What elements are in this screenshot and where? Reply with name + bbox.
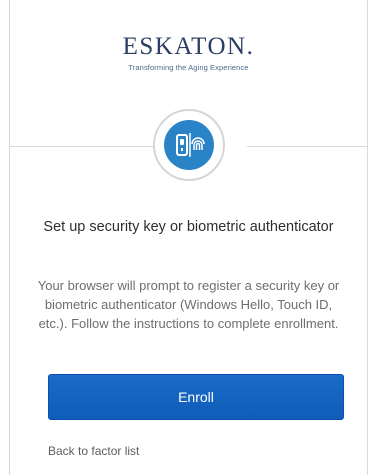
enroll-button-label: Enroll xyxy=(178,389,214,405)
logo-wordmark: ESKATON. xyxy=(122,33,255,60)
divider-left xyxy=(10,146,153,147)
auth-card: ESKATON. Transforming the Aging Experien… xyxy=(9,0,368,475)
security-key-fingerprint-icon xyxy=(164,120,214,170)
back-to-factor-list-link[interactable]: Back to factor list xyxy=(48,444,139,458)
factor-badge xyxy=(153,109,225,181)
eskaton-logo: ESKATON. Transforming the Aging Experien… xyxy=(10,33,367,73)
page-title: Set up security key or biometric authent… xyxy=(43,219,334,235)
divider-right xyxy=(247,146,367,147)
enroll-button[interactable]: Enroll xyxy=(48,374,344,420)
logo-tagline: Transforming the Aging Experience xyxy=(128,63,249,72)
enroll-instructions: Your browser will prompt to register a s… xyxy=(37,278,340,331)
